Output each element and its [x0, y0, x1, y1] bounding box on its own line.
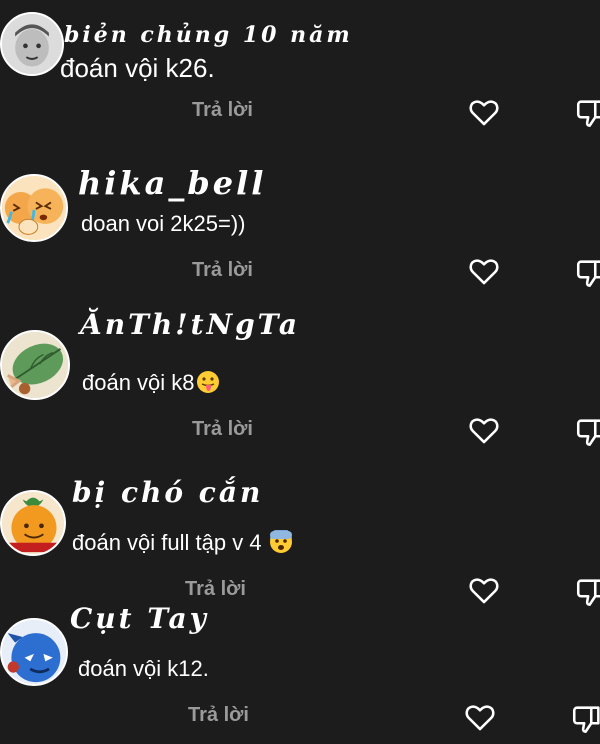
username[interactable]: biẻn chủng 10 năm — [64, 22, 353, 48]
comment-item: biẻn chủng 10 năm đoán vội k26. Trả lời — [0, 0, 600, 140]
user-avatar[interactable] — [0, 618, 68, 686]
blue-character-icon — [2, 620, 66, 684]
user-avatar[interactable] — [0, 12, 64, 76]
orange-fruit-icon — [2, 492, 64, 554]
dislike-button[interactable] — [574, 256, 600, 290]
thumbs-down-icon — [576, 419, 600, 447]
crying-bun-icon — [2, 176, 66, 240]
reply-button[interactable]: Trả lời — [192, 259, 253, 282]
reply-button[interactable]: Trả lời — [192, 418, 253, 441]
heart-icon — [469, 259, 499, 285]
thumbs-down-icon — [572, 706, 600, 734]
reply-button[interactable]: Trả lời — [192, 99, 253, 122]
username[interactable]: ĂnTh!tNgTa — [80, 308, 300, 341]
user-avatar[interactable] — [0, 174, 68, 242]
green-leaf-icon — [2, 332, 68, 398]
comment-text: doan voi 2k25=)) — [81, 211, 246, 236]
comment-text: đoán vội full tập v 4 — [72, 530, 293, 556]
comment-text: đoán vội k12. — [78, 656, 209, 681]
comment-item: hika_bell doan voi 2k25=)) Trả lời — [0, 140, 600, 300]
tongue-out-emoji-icon — [196, 370, 220, 394]
user-avatar[interactable] — [0, 330, 70, 400]
like-button[interactable] — [467, 413, 501, 447]
like-button[interactable] — [463, 700, 497, 734]
comment-item: Cụt Tay đoán vội k12. Trả lời — [0, 600, 600, 744]
fearful-face-emoji-icon — [269, 530, 293, 554]
gray-face-icon — [2, 14, 62, 74]
dislike-button[interactable] — [574, 415, 600, 449]
comment-text: đoán vội k8 — [82, 370, 220, 396]
dislike-button[interactable] — [574, 96, 600, 130]
dislike-button[interactable] — [570, 702, 600, 736]
username[interactable]: hika_bell — [78, 164, 266, 202]
username[interactable]: Cụt Tay — [70, 602, 209, 635]
comment-item: ĂnTh!tNgTa đoán vội k8 Trả lời — [0, 300, 600, 460]
thumbs-down-icon — [576, 100, 600, 128]
thumbs-down-icon — [576, 260, 600, 288]
like-button[interactable] — [467, 254, 501, 288]
heart-icon — [469, 418, 499, 444]
comment-text-body: đoán vội k8 — [82, 370, 195, 395]
comment-text: đoán vội k26. — [60, 53, 215, 83]
user-avatar[interactable] — [0, 490, 66, 556]
reply-button[interactable]: Trả lời — [188, 704, 249, 727]
reply-button[interactable]: Trả lời — [185, 578, 246, 601]
comment-text-body: đoán vội full tập v 4 — [72, 530, 262, 555]
heart-icon — [465, 705, 495, 731]
heart-icon — [469, 100, 499, 126]
like-button[interactable] — [467, 95, 501, 129]
username[interactable]: bị chó cắn — [72, 476, 263, 509]
comment-item: bị chó cắn đoán vội full tập v 4 Trả lời — [0, 460, 600, 607]
